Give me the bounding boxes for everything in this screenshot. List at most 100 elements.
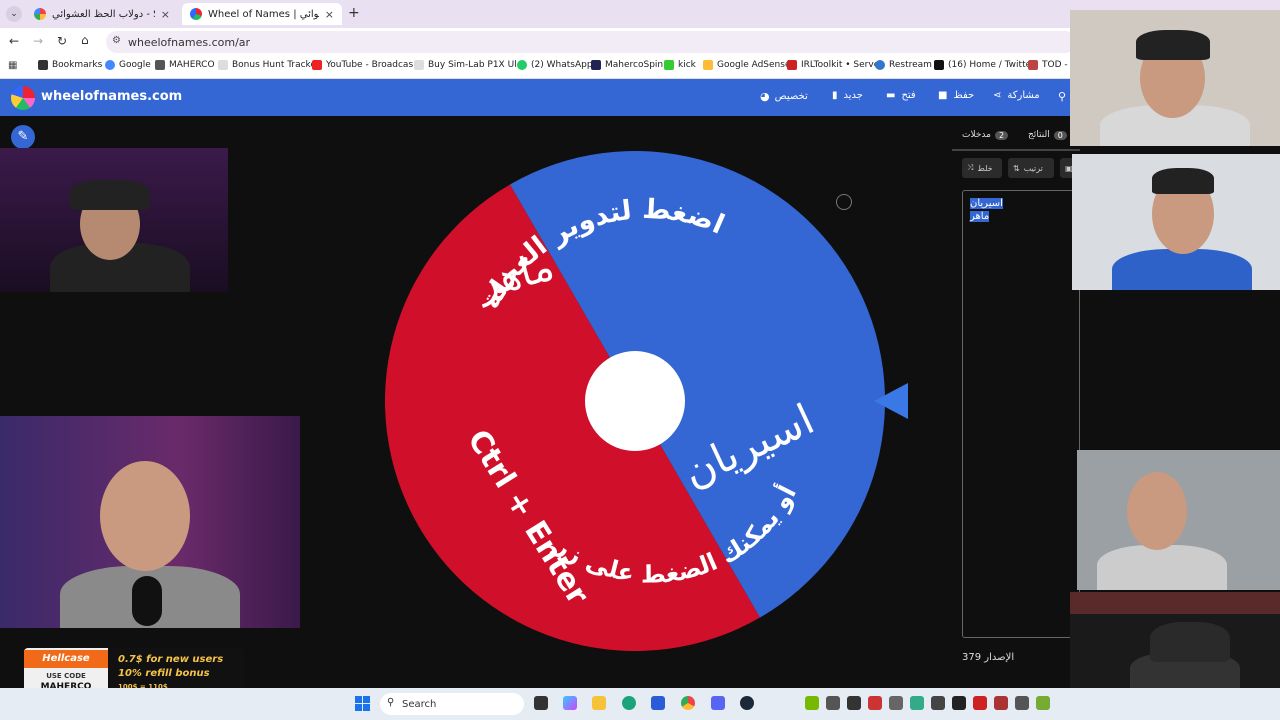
google-icon xyxy=(34,8,46,20)
search-icon: ⚲ xyxy=(387,697,395,708)
bookmark-item[interactable]: Restream xyxy=(875,60,932,70)
bookmark-item[interactable]: YouTube - Broadcas... xyxy=(312,60,422,70)
steam-icon[interactable] xyxy=(740,696,754,710)
bookmark-item[interactable]: Bonus Hunt Tracker xyxy=(218,60,320,70)
tray-app-icon[interactable] xyxy=(994,696,1008,710)
home-icon[interactable]: ⌂ xyxy=(81,33,89,47)
bookmark-item[interactable]: Bookmarks xyxy=(38,60,102,70)
task-view-icon[interactable] xyxy=(534,696,548,710)
tab-underline xyxy=(952,149,1080,151)
entry-line: اسيريان xyxy=(970,198,1003,209)
nav-new-button[interactable]: ▮ جديد xyxy=(832,90,863,101)
cap-icon xyxy=(1136,30,1210,60)
new-tab-button[interactable]: + xyxy=(348,5,360,21)
search-icon[interactable]: ⚲ xyxy=(1058,90,1066,103)
entries-sidebar: مدخلات 2 النتائج 0 ⤨ خلط ⇅ ترتيب ▣ اسيريان م… xyxy=(952,118,1080,678)
wheel[interactable]: اضغط لتدوير العجلة ماهر اسيريان أو يمكنك… xyxy=(382,148,888,654)
browser-tab-wheel[interactable]: Wheel of Names | اسم العشوائي × xyxy=(182,3,342,25)
nvidia-icon[interactable] xyxy=(805,696,819,710)
entry-line: ماهر xyxy=(970,211,990,222)
tray-app-icon[interactable] xyxy=(931,696,945,710)
tab-list-chevron-icon[interactable]: ⌄ xyxy=(6,6,22,22)
webcam-right-2 xyxy=(1072,154,1280,290)
new-file-icon: ▮ xyxy=(832,90,838,101)
tray-app-icon[interactable] xyxy=(973,696,987,710)
share-icon: ⋖ xyxy=(993,90,1002,101)
ad-line2: 10% refill bonus xyxy=(118,668,210,679)
apps-grid-icon[interactable]: ▦ xyxy=(8,60,17,71)
person-body xyxy=(1112,249,1252,290)
bookmark-item[interactable]: kick xyxy=(664,60,696,70)
copilot-icon[interactable] xyxy=(563,696,577,710)
nav-share-button[interactable]: ⋖ مشاركة xyxy=(993,90,1040,101)
ad-code-label: USE CODE xyxy=(46,672,86,680)
site-info-icon[interactable]: ⚙ xyxy=(112,35,121,46)
fullscreen-icon[interactable] xyxy=(836,194,852,210)
sort-button[interactable]: ⇅ ترتيب xyxy=(1008,158,1054,178)
discord-icon[interactable] xyxy=(711,696,725,710)
close-tab-icon[interactable]: × xyxy=(155,8,170,21)
sort-icon: ⇅ xyxy=(1013,163,1020,173)
microphone-icon xyxy=(132,576,162,626)
bookmark-item[interactable]: Google AdSense xyxy=(703,60,791,70)
wheel-svg[interactable]: اضغط لتدوير العجلة ماهر اسيريان أو يمكنك… xyxy=(382,148,888,654)
tab-label: Wheel of Names | اسم العشوائي xyxy=(208,8,319,20)
taskbar-search-input[interactable]: ⚲ Search xyxy=(380,693,524,715)
webcam-top-left xyxy=(0,148,228,292)
person-body xyxy=(1097,545,1227,590)
nav-open-button[interactable]: ▬ فتح xyxy=(886,90,916,101)
wheel-center[interactable] xyxy=(585,351,685,451)
bookmark-item[interactable]: (16) Home / Twitter xyxy=(934,60,1035,70)
site-name[interactable]: wheelofnames.com xyxy=(41,89,182,104)
entries-textarea[interactable]: اسيريان ماهر xyxy=(962,190,1080,638)
webcam-top-right xyxy=(1070,10,1280,146)
bookmark-item[interactable]: (2) WhatsApp xyxy=(517,60,593,70)
save-icon: ■ xyxy=(938,90,948,101)
tray-app-icon[interactable] xyxy=(1015,696,1029,710)
windows-start-icon[interactable] xyxy=(355,696,370,711)
taskbar-search-placeholder: Search xyxy=(402,698,437,710)
background-shelf xyxy=(1070,592,1280,614)
tab-results[interactable]: النتائج 0 xyxy=(1028,130,1070,140)
bookmark-item[interactable]: Google xyxy=(105,60,151,70)
tray-app-icon[interactable] xyxy=(868,696,882,710)
bookmark-item[interactable]: IRLToolkit • Server xyxy=(787,60,883,70)
palette-icon: ◕ xyxy=(760,90,770,103)
pencil-icon[interactable]: ✎ xyxy=(11,125,35,149)
ad-brand: Hellcase xyxy=(24,650,108,668)
version-label: الإصدار 379 xyxy=(962,652,1015,663)
person-head xyxy=(1127,472,1187,550)
close-tab-icon[interactable]: × xyxy=(319,8,334,21)
bookmark-item[interactable]: MAHERCO xyxy=(155,60,215,70)
reload-icon[interactable]: ↻ xyxy=(57,34,67,48)
back-icon[interactable]: ← xyxy=(9,34,19,48)
person-head xyxy=(100,461,190,571)
tray-app-icon[interactable] xyxy=(889,696,903,710)
tray-app-icon[interactable] xyxy=(952,696,966,710)
shuffle-button[interactable]: ⤨ خلط xyxy=(962,158,1002,178)
bookmark-item[interactable]: MahercoSpin xyxy=(591,60,663,70)
url-input[interactable]: ⚙ wheelofnames.com/ar xyxy=(106,31,1076,53)
folder-icon: ▬ xyxy=(886,90,896,101)
forward-icon[interactable]: → xyxy=(33,34,43,48)
browser-tab-search[interactable]: دولاب الحظ العشوائي - Search × xyxy=(26,3,178,25)
tray-app-icon[interactable] xyxy=(826,696,840,710)
tray-app-icon[interactable] xyxy=(1036,696,1050,710)
tray-app-icon[interactable] xyxy=(910,696,924,710)
bookmark-item[interactable]: Buy Sim-Lab P1X Ul... xyxy=(414,60,525,70)
site-logo-icon[interactable] xyxy=(11,86,35,110)
chrome-icon[interactable] xyxy=(681,696,695,710)
nav-save-button[interactable]: ■ حفظ xyxy=(938,90,974,101)
store-icon[interactable] xyxy=(651,696,665,710)
webcam-right-4 xyxy=(1070,592,1280,688)
nav-customize-button[interactable]: ◕ تخصيص xyxy=(760,90,808,103)
tab-entries[interactable]: مدخلات 2 xyxy=(962,130,1011,140)
webcam-middle-left xyxy=(0,416,300,628)
ad-line1: 0.7$ for new users xyxy=(118,654,224,665)
file-explorer-icon[interactable] xyxy=(592,696,606,710)
tab-label: دولاب الحظ العشوائي - Search xyxy=(52,8,155,20)
shuffle-icon: ⤨ xyxy=(967,163,974,172)
webcam-right-3 xyxy=(1077,450,1280,590)
edge-icon[interactable] xyxy=(622,696,636,710)
tray-app-icon[interactable] xyxy=(847,696,861,710)
